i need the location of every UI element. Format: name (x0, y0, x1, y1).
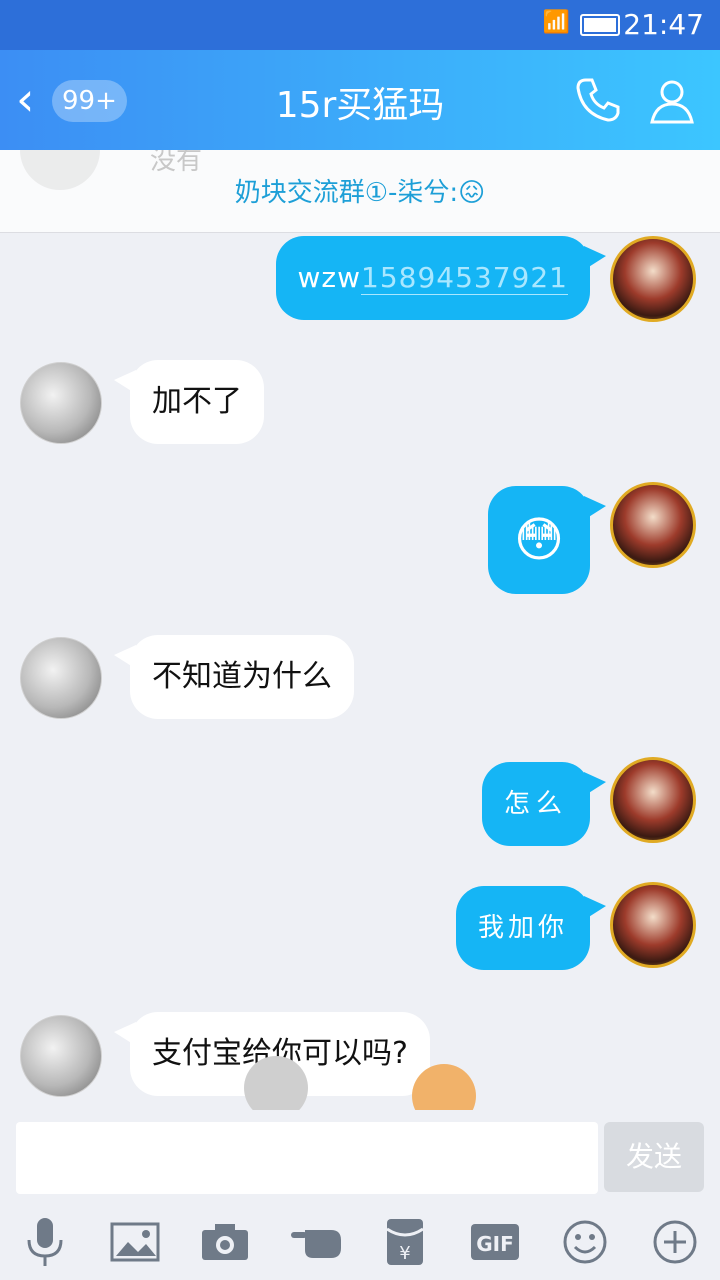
status-bar: 📶 21:47 (0, 0, 720, 50)
gif-icon[interactable]: GIF (467, 1214, 523, 1270)
avatar[interactable] (610, 236, 696, 322)
message-bubble[interactable]: 不知道为什么 (114, 635, 354, 719)
svg-text:¥: ¥ (399, 1243, 410, 1264)
avatar[interactable] (20, 362, 102, 444)
plus-icon[interactable] (647, 1214, 703, 1270)
status-time: 21:47 (623, 8, 704, 41)
avatar[interactable] (610, 882, 696, 968)
phone-number-link[interactable]: 15894537921 (361, 261, 568, 295)
message-input[interactable] (16, 1122, 598, 1194)
avatar[interactable] (610, 757, 696, 843)
red-packet-icon[interactable]: ¥ (377, 1214, 433, 1270)
message-text: 不知道为什么 (152, 659, 332, 694)
message-input-bar: 发送 (0, 1110, 720, 1200)
message-bubble[interactable]: 😳 (487, 486, 607, 594)
message-bubble[interactable]: wzw15894537921 (275, 236, 607, 320)
input-toolbar: ¥ GIF (0, 1200, 720, 1280)
message-text: wzw (297, 261, 362, 294)
avatar[interactable] (20, 637, 102, 719)
message-text: 我加你 (477, 913, 568, 943)
message-text: 怎么 (503, 789, 568, 819)
poke-icon[interactable] (287, 1214, 343, 1270)
user-icon[interactable] (646, 74, 698, 126)
phone-icon[interactable] (572, 74, 624, 126)
message-text: 加不了 (152, 384, 242, 419)
group-notice-bar[interactable]: 没有 奶块交流群①-柒兮:😖 (0, 150, 720, 233)
chat-header: ‹ 99+ 15r买猛玛 (0, 50, 720, 150)
microphone-icon[interactable] (17, 1214, 73, 1270)
avatar[interactable] (20, 1015, 102, 1097)
avatar[interactable] (610, 482, 696, 568)
message-bubble[interactable]: 加不了 (114, 360, 264, 444)
notice-text[interactable]: 奶块交流群①-柒兮:😖 (0, 172, 720, 209)
signal-icon: 📶 (542, 10, 570, 35)
emoji-message: 😳 (513, 512, 564, 568)
send-button[interactable]: 发送 (604, 1122, 704, 1192)
message-bubble[interactable]: 怎么 (481, 762, 607, 846)
message-bubble[interactable]: 我加你 (455, 886, 607, 970)
image-icon[interactable] (107, 1214, 163, 1270)
emoji-icon[interactable] (557, 1214, 613, 1270)
gif-label: GIF (476, 1232, 514, 1256)
battery-icon (580, 14, 620, 36)
camera-icon[interactable] (197, 1214, 253, 1270)
